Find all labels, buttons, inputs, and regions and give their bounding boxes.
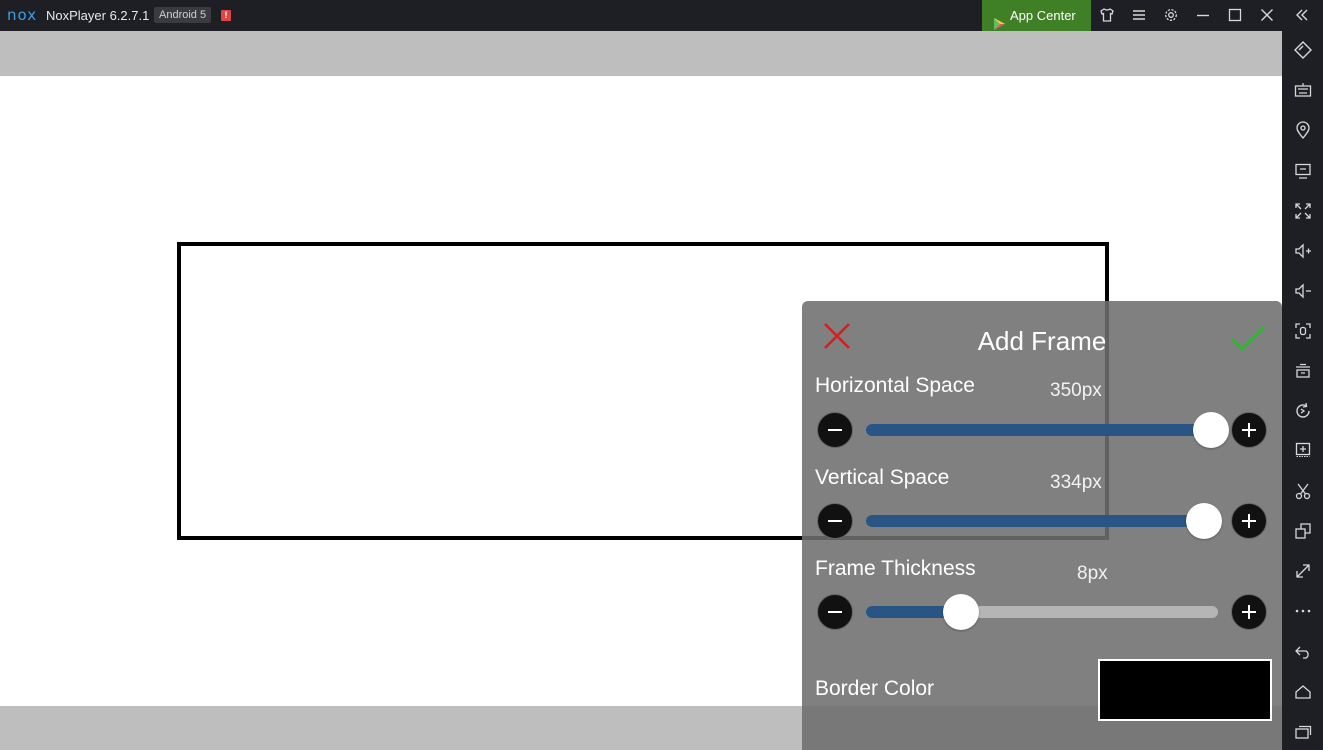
location-icon[interactable]	[1293, 120, 1313, 140]
minus-icon	[828, 429, 842, 431]
frame-thickness-label: Frame Thickness	[815, 557, 976, 580]
menu-icon[interactable]	[1130, 6, 1148, 24]
plus-icon	[1242, 605, 1256, 619]
screen-icon[interactable]	[1293, 161, 1313, 181]
home-icon[interactable]	[1293, 682, 1313, 702]
volume-up-icon[interactable]	[1293, 241, 1313, 261]
horizontal-space-slider-fill	[866, 424, 1211, 436]
recent-apps-icon[interactable]	[1293, 722, 1313, 742]
multi-instance-icon[interactable]	[1293, 521, 1313, 541]
close-icon[interactable]	[1258, 6, 1276, 24]
nox-logo: nox	[7, 6, 38, 24]
collapse-sidebar-icon[interactable]	[1293, 6, 1311, 24]
frame-thickness-slider[interactable]	[866, 594, 1218, 630]
minus-icon	[828, 520, 842, 522]
vertical-space-label: Vertical Space	[815, 466, 950, 489]
frame-thickness-decrease-button[interactable]	[817, 594, 853, 630]
back-icon[interactable]	[1293, 641, 1313, 661]
vertical-space-value: 334px	[1050, 472, 1102, 493]
panel-title: Add Frame	[977, 326, 1107, 356]
toolbox-icon[interactable]	[1293, 361, 1313, 381]
app-center-label: App Center	[1010, 8, 1076, 23]
vertical-space-slider[interactable]	[866, 503, 1222, 539]
frame-thickness-value: 8px	[1077, 563, 1108, 584]
add-frame-panel: Add Frame Horizontal Space 350px Vertica…	[802, 301, 1282, 750]
keyboard-icon[interactable]	[1293, 80, 1313, 100]
cut-icon[interactable]	[1293, 481, 1313, 501]
frame-thickness-slider-thumb[interactable]	[943, 594, 980, 630]
apk-install-icon[interactable]	[1293, 441, 1313, 461]
horizontal-space-slider-thumb[interactable]	[1192, 412, 1229, 448]
screen-top-band	[0, 31, 1282, 76]
alert-badge[interactable]: !	[221, 10, 231, 21]
border-color-swatch[interactable]	[1098, 659, 1272, 721]
vertical-space-slider-fill	[866, 515, 1204, 527]
shirt-icon[interactable]	[1098, 6, 1116, 24]
horizontal-space-value: 350px	[1050, 380, 1102, 401]
screenshot-icon[interactable]	[1293, 321, 1313, 341]
plus-icon	[1242, 514, 1256, 528]
horizontal-space-label: Horizontal Space	[815, 374, 975, 397]
confirm-check-icon[interactable]	[1230, 323, 1266, 353]
vertical-space-decrease-button[interactable]	[817, 503, 853, 539]
minus-icon	[828, 611, 842, 613]
gear-icon[interactable]	[1162, 6, 1180, 24]
maximize-icon[interactable]	[1226, 6, 1244, 24]
vertical-space-increase-button[interactable]	[1231, 503, 1267, 539]
horizontal-space-decrease-button[interactable]	[817, 412, 853, 448]
border-color-label: Border Color	[815, 677, 935, 700]
minimize-icon[interactable]	[1194, 6, 1212, 24]
fullscreen-icon[interactable]	[1293, 201, 1313, 221]
more-icon[interactable]	[1293, 601, 1313, 621]
right-toolbar	[1282, 31, 1323, 750]
rotate-screen-icon[interactable]	[1293, 40, 1313, 60]
title-bar: nox NoxPlayer 6.2.7.1 Android 5 ! App Ce…	[0, 0, 1323, 31]
sync-icon[interactable]	[1293, 401, 1313, 421]
app-center-button[interactable]: App Center	[982, 0, 1091, 31]
horizontal-space-slider[interactable]	[866, 412, 1229, 448]
plus-icon	[1242, 423, 1256, 437]
resize-icon[interactable]	[1293, 561, 1313, 581]
horizontal-space-increase-button[interactable]	[1231, 412, 1267, 448]
frame-thickness-increase-button[interactable]	[1231, 594, 1267, 630]
android-version-badge: Android 5	[154, 7, 212, 23]
vertical-space-slider-thumb[interactable]	[1185, 503, 1222, 539]
volume-down-icon[interactable]	[1293, 281, 1313, 301]
app-name: NoxPlayer 6.2.7.1	[46, 8, 150, 23]
